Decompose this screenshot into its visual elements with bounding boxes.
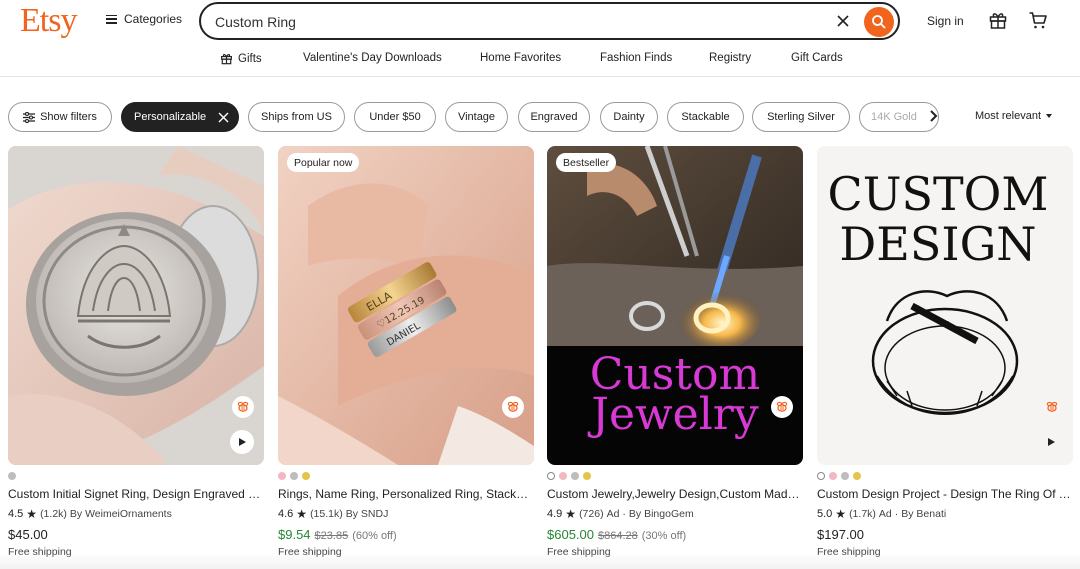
svg-text:DESIGN: DESIGN: [839, 217, 1036, 271]
listing-rating: 4.6 ★ (15.1k) By SNDJ: [278, 507, 389, 521]
chip-14k-gold[interactable]: 14K Gold: [859, 102, 939, 132]
color-swatches: [547, 472, 591, 482]
gift-icon: [221, 54, 232, 65]
chip-vintage[interactable]: Vintage: [445, 102, 508, 132]
star-icon: ★: [835, 507, 847, 521]
original-price: $864.28: [598, 530, 638, 542]
filter-icon: [23, 111, 36, 123]
nav-item-gifts[interactable]: Gifts: [220, 52, 262, 65]
play-icon: [1048, 438, 1055, 446]
listing-image[interactable]: ELLA ♡12.25.19 DANIEL Popular now: [278, 146, 534, 465]
etsy-pick-icon: [502, 396, 524, 418]
signet-ring-photo: [8, 146, 264, 465]
listing-rating: 4.9 ★ (726) Ad · By BingoGem: [547, 507, 694, 521]
search-input[interactable]: [215, 12, 815, 32]
etsy-pick-icon: [232, 396, 254, 418]
original-price: $23.85: [314, 530, 349, 542]
etsy-pick-icon: [1041, 396, 1063, 418]
filter-chips: Show filters Personalizable Ships from U…: [0, 102, 1080, 132]
chip-dainty[interactable]: Dainty: [600, 102, 658, 132]
caret-down-icon: [1046, 114, 1053, 118]
sale-price: $605.00: [547, 527, 594, 542]
search-icon: [872, 15, 886, 29]
listing-title[interactable]: Rings, Name Ring, Personalized Ring, Sta…: [278, 487, 534, 501]
bestseller-badge: Bestseller: [556, 153, 617, 172]
categories-label: Categories: [124, 12, 183, 26]
name-rings-photo: ELLA ♡12.25.19 DANIEL: [278, 146, 534, 465]
chip-sterling-silver[interactable]: Sterling Silver: [752, 102, 850, 132]
nav-item-home-favorites[interactable]: Home Favorites: [480, 52, 561, 64]
listing-title[interactable]: Custom Design Project - Design The Ring …: [817, 487, 1073, 501]
cart-icon[interactable]: [1028, 10, 1048, 30]
price-row: $605.00 $864.28 (30% off): [547, 527, 686, 542]
etsy-pick-icon: [771, 396, 793, 418]
price-row: $45.00: [8, 527, 48, 542]
chip-under-50[interactable]: Under $50: [354, 102, 436, 132]
star-icon: ★: [296, 507, 308, 521]
bottom-fade: [0, 553, 1080, 569]
menu-icon: [106, 14, 117, 24]
nav-item-fashion-finds[interactable]: Fashion Finds: [600, 52, 672, 64]
etsy-logo[interactable]: Etsy: [20, 2, 77, 40]
listing-title[interactable]: Custom Jewelry,Jewelry Design,Custom Mad…: [547, 487, 803, 501]
sort-dropdown[interactable]: Most relevant: [975, 110, 1053, 122]
price-row: $9.54 $23.85 (60% off): [278, 527, 397, 542]
listing-image[interactable]: [8, 146, 264, 465]
clear-search-icon[interactable]: [835, 13, 851, 29]
color-swatches: [278, 472, 310, 482]
discount: (60% off): [352, 530, 397, 542]
chip-personalizable[interactable]: Personalizable: [121, 102, 239, 132]
listing-card[interactable]: Custom Jewelry Bestseller Custom Jewelry…: [547, 146, 803, 569]
categories-button[interactable]: Categories: [106, 12, 182, 26]
header-divider: [0, 76, 1080, 77]
show-filters-button[interactable]: Show filters: [8, 102, 112, 132]
price: $45.00: [8, 527, 48, 542]
chip-stackable[interactable]: Stackable: [667, 102, 744, 132]
remove-filter-icon[interactable]: [218, 112, 229, 123]
listing-rating: 4.5 ★ (1.2k) By WeimeiOrnaments: [8, 507, 172, 521]
play-video-button[interactable]: [230, 430, 254, 454]
listing-card[interactable]: ELLA ♡12.25.19 DANIEL Popular now Rings,…: [278, 146, 534, 569]
site-header: Etsy Categories Sign in: [0, 0, 1080, 44]
listing-title[interactable]: Custom Initial Signet Ring, Design Engra…: [8, 487, 264, 501]
price-row: $197.00: [817, 527, 864, 542]
jewelry-making-photo: Custom Jewelry: [547, 146, 803, 465]
listing-image[interactable]: Custom Jewelry Bestseller: [547, 146, 803, 465]
chevron-right-icon[interactable]: [928, 109, 938, 123]
play-icon: [239, 438, 246, 446]
listing-image[interactable]: CUSTOM DESIGN: [817, 146, 1073, 465]
svg-text:CUSTOM: CUSTOM: [828, 167, 1049, 221]
play-video-button[interactable]: [1039, 430, 1063, 454]
nav-item-registry[interactable]: Registry: [709, 52, 751, 64]
discount: (30% off): [641, 530, 687, 542]
nav-item-valentines[interactable]: Valentine's Day Downloads: [303, 52, 442, 64]
color-swatches: [8, 472, 16, 482]
star-icon: ★: [26, 507, 38, 521]
color-swatches: [817, 472, 861, 482]
search-button[interactable]: [864, 7, 894, 37]
listing-card[interactable]: CUSTOM DESIGN Custom Design Project - De…: [817, 146, 1073, 569]
star-icon: ★: [565, 507, 577, 521]
secondary-nav: Gifts Valentine's Day Downloads Home Fav…: [0, 50, 1080, 68]
svg-text:Jewelry: Jewelry: [587, 389, 758, 440]
search-bar: [199, 2, 900, 40]
price: $197.00: [817, 527, 864, 542]
sign-in-link[interactable]: Sign in: [927, 14, 964, 28]
sale-price: $9.54: [278, 527, 311, 542]
listing-rating: 5.0 ★ (1.7k) Ad · By Benati: [817, 507, 947, 521]
gift-icon[interactable]: [988, 10, 1008, 30]
chip-ships-from-us[interactable]: Ships from US: [248, 102, 345, 132]
listing-card[interactable]: Custom Initial Signet Ring, Design Engra…: [8, 146, 264, 569]
chip-engraved[interactable]: Engraved: [518, 102, 590, 132]
nav-item-gift-cards[interactable]: Gift Cards: [791, 52, 843, 64]
popular-badge: Popular now: [287, 153, 360, 172]
custom-design-sketch: CUSTOM DESIGN: [817, 146, 1073, 465]
